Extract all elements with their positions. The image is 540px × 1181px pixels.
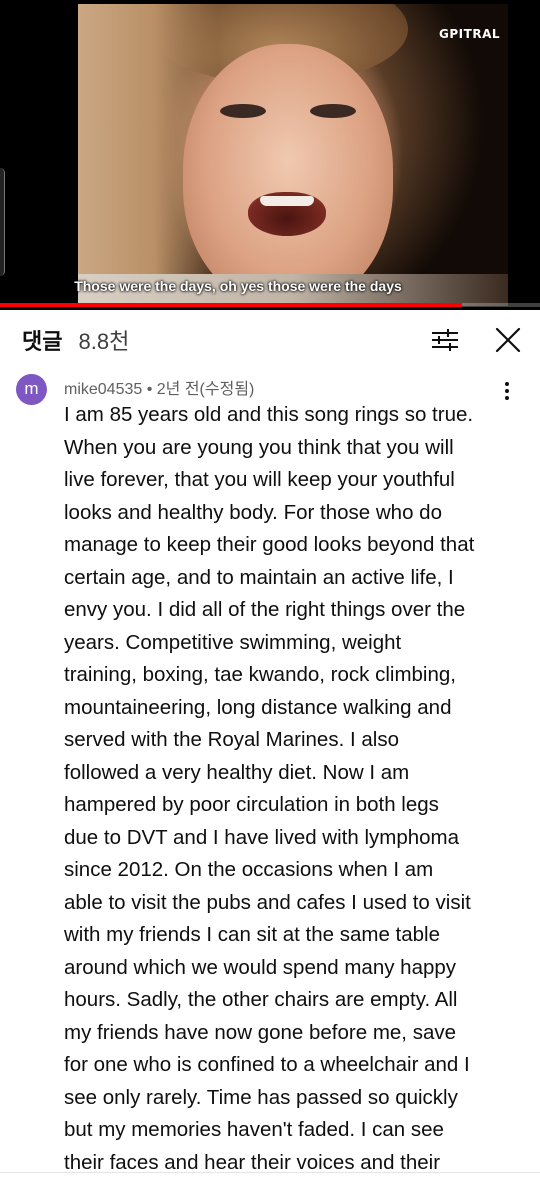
video-player[interactable]: GPITRAL Those were the days, oh yes thos… [0,0,540,310]
video-progress-bar[interactable] [0,303,462,307]
comments-count: 8.8천 [78,329,130,354]
sort-filter-icon[interactable] [430,328,460,352]
comment-meta[interactable]: mike04535 • 2년 전(수정됨) [64,375,254,399]
video-subtitle: Those were the days, oh yes those were t… [74,278,402,294]
comments-title: 댓글 [22,329,63,354]
side-drawer-handle[interactable] [0,168,5,276]
channel-watermark: GPITRAL [439,27,500,41]
video-left-eye-shape [220,104,266,118]
divider [0,1172,540,1173]
avatar[interactable]: m [16,374,47,405]
video-face-shape [183,44,393,306]
more-vert-icon[interactable] [502,382,512,400]
comment-text: I am 85 years old and this song rings so… [64,403,475,1174]
video-right-eye-shape [310,104,356,118]
close-icon[interactable] [494,326,522,354]
video-frame-image [78,4,508,306]
video-teeth-shape [260,196,314,206]
comments-header: 댓글 8.8천 [0,310,540,370]
